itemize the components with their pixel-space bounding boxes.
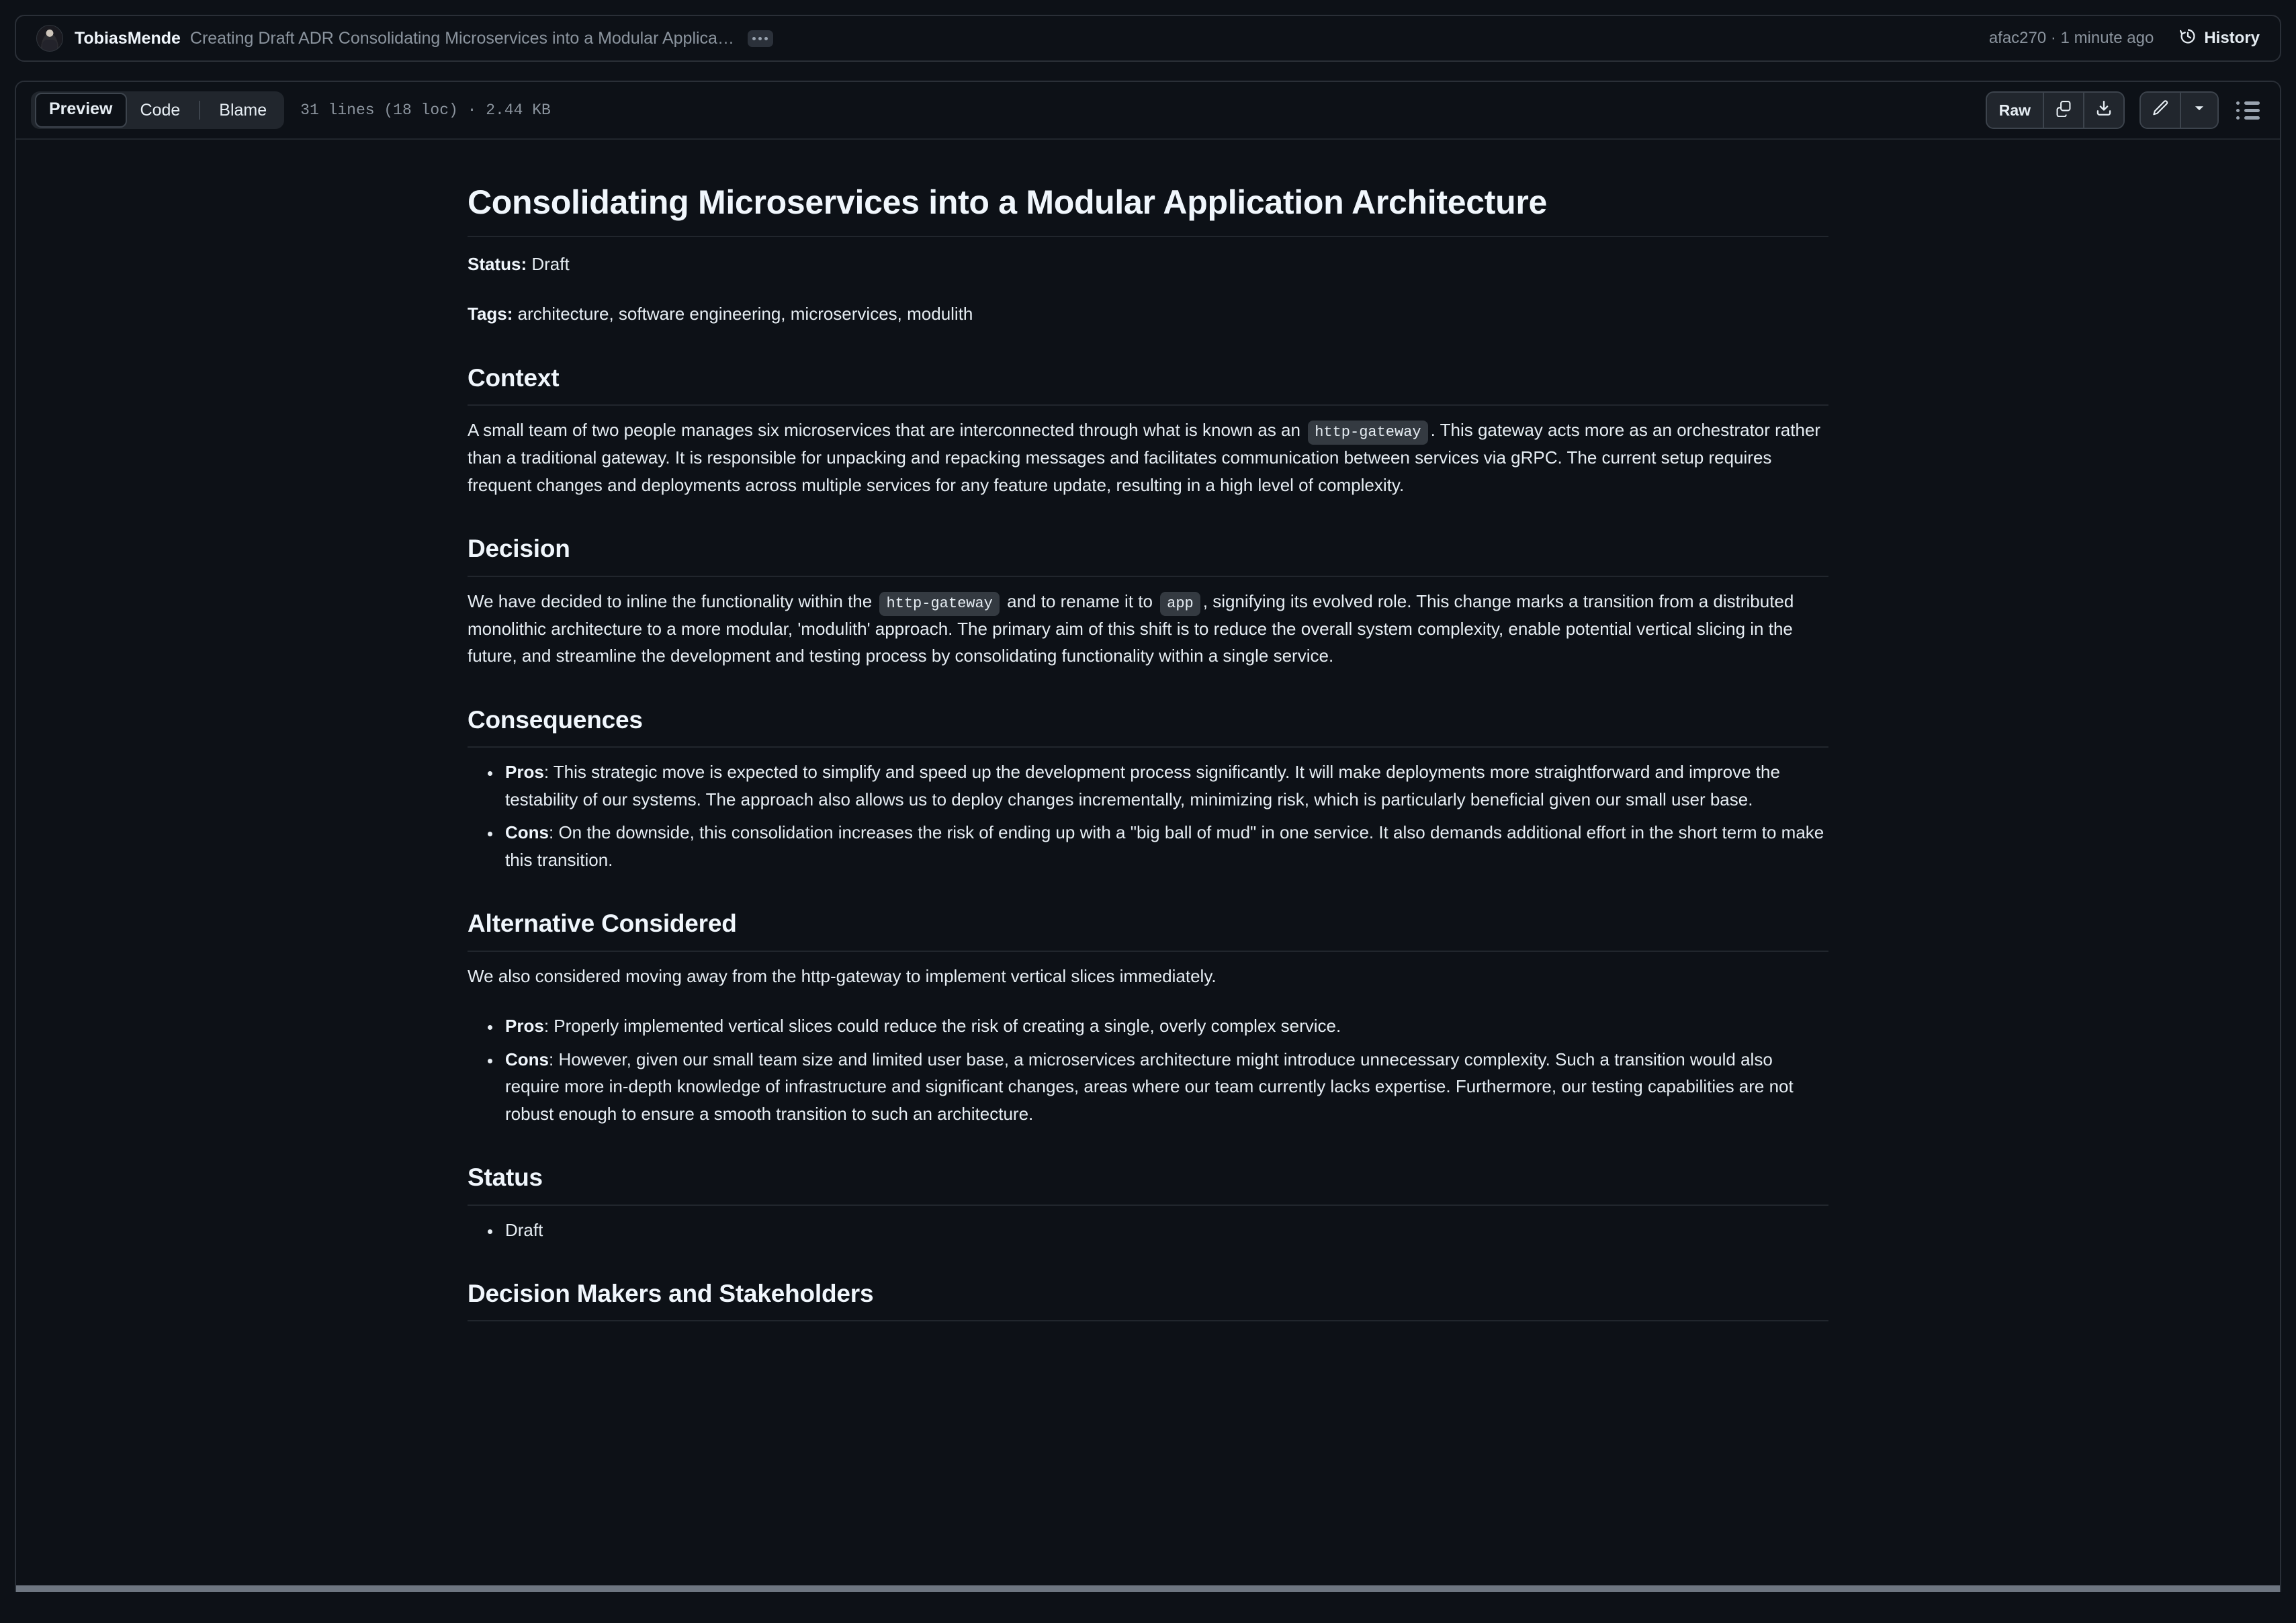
status-value: Draft	[527, 253, 570, 274]
decision-text-a: We have decided to inline the functional…	[468, 590, 877, 611]
status-line: Status: Draft	[468, 251, 1828, 278]
heading-alternative-considered: Alternative Considered	[468, 908, 1828, 952]
tab-preview[interactable]: Preview	[35, 93, 127, 128]
tags-value: architecture, software engineering, micr…	[513, 304, 973, 324]
copy-icon	[2055, 99, 2072, 121]
context-text-a: A small team of two people manages six m…	[468, 419, 1306, 440]
code-http-gateway: http-gateway	[879, 591, 1000, 616]
list-item: Pros: This strategic move is expected to…	[501, 758, 1828, 813]
file-toolbar: Preview Code Blame 31 lines (18 loc) · 2…	[16, 82, 2280, 140]
alternative-intro-paragraph: We also considered moving away from the …	[468, 965, 1217, 986]
edit-button[interactable]	[2141, 93, 2181, 128]
commit-author-name[interactable]: TobiasMende	[75, 29, 181, 48]
code-http-gateway: http-gateway	[1308, 420, 1428, 445]
table-of-contents-button[interactable]	[2234, 97, 2262, 124]
list-item: Pros: Properly implemented vertical slic…	[501, 1012, 1828, 1040]
list-item: Draft	[501, 1217, 1828, 1244]
commit-header-bar: TobiasMende Creating Draft ADR Consolida…	[15, 15, 2281, 62]
history-clock-icon	[2179, 28, 2197, 50]
decision-text-b: and to rename it to	[1002, 590, 1158, 611]
cons-text: : On the downside, this consolidation in…	[505, 822, 1824, 870]
copy-button[interactable]	[2044, 93, 2084, 128]
status-list: Draft	[468, 1217, 1828, 1244]
tags-label: Tags:	[468, 304, 513, 324]
view-mode-segmented-control: Preview Code Blame	[31, 91, 285, 129]
context-paragraph: A small team of two people manages six m…	[468, 416, 1828, 498]
file-stats-label: 31 lines (18 loc) · 2.44 KB	[300, 101, 551, 119]
chevron-down-icon	[2192, 101, 2207, 120]
pros-label: Pros	[505, 1016, 544, 1037]
history-label: History	[2204, 29, 2260, 47]
tab-code[interactable]: Code	[127, 95, 194, 125]
page-title: Consolidating Microservices into a Modul…	[468, 181, 1828, 237]
dot-1-icon	[752, 36, 756, 40]
toc-bullet-icon	[2236, 116, 2240, 120]
heading-status: Status	[468, 1162, 1828, 1206]
toc-row-3	[2236, 116, 2260, 120]
list-item: Cons: On the downside, this consolidatio…	[501, 819, 1828, 873]
tags-line: Tags: architecture, software engineering…	[468, 300, 1828, 328]
cons-label: Cons	[505, 1049, 549, 1069]
toolbar-actions: Raw	[1985, 91, 2262, 129]
list-item: Cons: However, given our small team size…	[501, 1046, 1828, 1128]
raw-copy-download-group: Raw	[1985, 91, 2125, 129]
code-app: app	[1160, 591, 1200, 616]
toc-line	[2244, 108, 2260, 112]
pros-text: : Properly implemented vertical slices c…	[543, 1016, 1341, 1037]
decision-paragraph: We have decided to inline the functional…	[468, 588, 1828, 670]
raw-button[interactable]: Raw	[1986, 93, 2044, 128]
file-view-container: Preview Code Blame 31 lines (18 loc) · 2…	[15, 81, 2281, 1592]
toc-row-1	[2236, 101, 2260, 105]
edit-button-group	[2139, 91, 2219, 129]
heading-decision-makers-and-stakeholders: Decision Makers and Stakeholders	[468, 1278, 1828, 1322]
download-icon	[2095, 99, 2113, 121]
commit-header-left: TobiasMende Creating Draft ADR Consolida…	[36, 25, 1989, 52]
cons-text: : However, given our small team size and…	[505, 1049, 1794, 1124]
edit-dropdown-button[interactable]	[2181, 93, 2217, 128]
pencil-edit-icon	[2152, 99, 2169, 121]
download-button[interactable]	[2084, 93, 2123, 128]
commit-header-right: afac270 · 1 minute ago History	[1989, 28, 2260, 50]
toc-bullet-icon	[2236, 101, 2240, 105]
alternative-list: Pros: Properly implemented vertical slic…	[468, 1012, 1828, 1127]
heading-consequences: Consequences	[468, 705, 1828, 748]
ellipsis-badge-icon[interactable]	[747, 30, 773, 47]
commit-hash-and-time: afac270 · 1 minute ago	[1988, 29, 2154, 47]
pros-label: Pros	[505, 762, 544, 783]
horizontal-scrollbar[interactable]	[16, 1585, 2280, 1592]
dot-2-icon	[758, 36, 762, 40]
markdown-preview-scroll-area[interactable]: Consolidating Microservices into a Modul…	[16, 140, 2280, 1592]
heading-decision: Decision	[468, 533, 1828, 577]
pros-text: : This strategic move is expected to sim…	[505, 762, 1780, 809]
toc-line	[2244, 101, 2260, 105]
markdown-body: Consolidating Microservices into a Modul…	[468, 140, 1828, 1322]
tab-divider	[199, 101, 201, 120]
consequences-list: Pros: This strategic move is expected to…	[468, 758, 1828, 873]
history-button[interactable]: History	[2179, 28, 2260, 50]
tab-blame[interactable]: Blame	[206, 95, 280, 125]
status-label: Status:	[468, 253, 527, 274]
toc-row-2	[2236, 108, 2260, 112]
cons-label: Cons	[505, 822, 549, 843]
toc-bullet-icon	[2236, 108, 2240, 112]
toc-line	[2244, 116, 2260, 120]
dot-3-icon	[764, 36, 768, 40]
heading-context: Context	[468, 363, 1828, 406]
commit-message[interactable]: Creating Draft ADR Consolidating Microse…	[190, 29, 734, 48]
avatar[interactable]	[36, 25, 63, 52]
